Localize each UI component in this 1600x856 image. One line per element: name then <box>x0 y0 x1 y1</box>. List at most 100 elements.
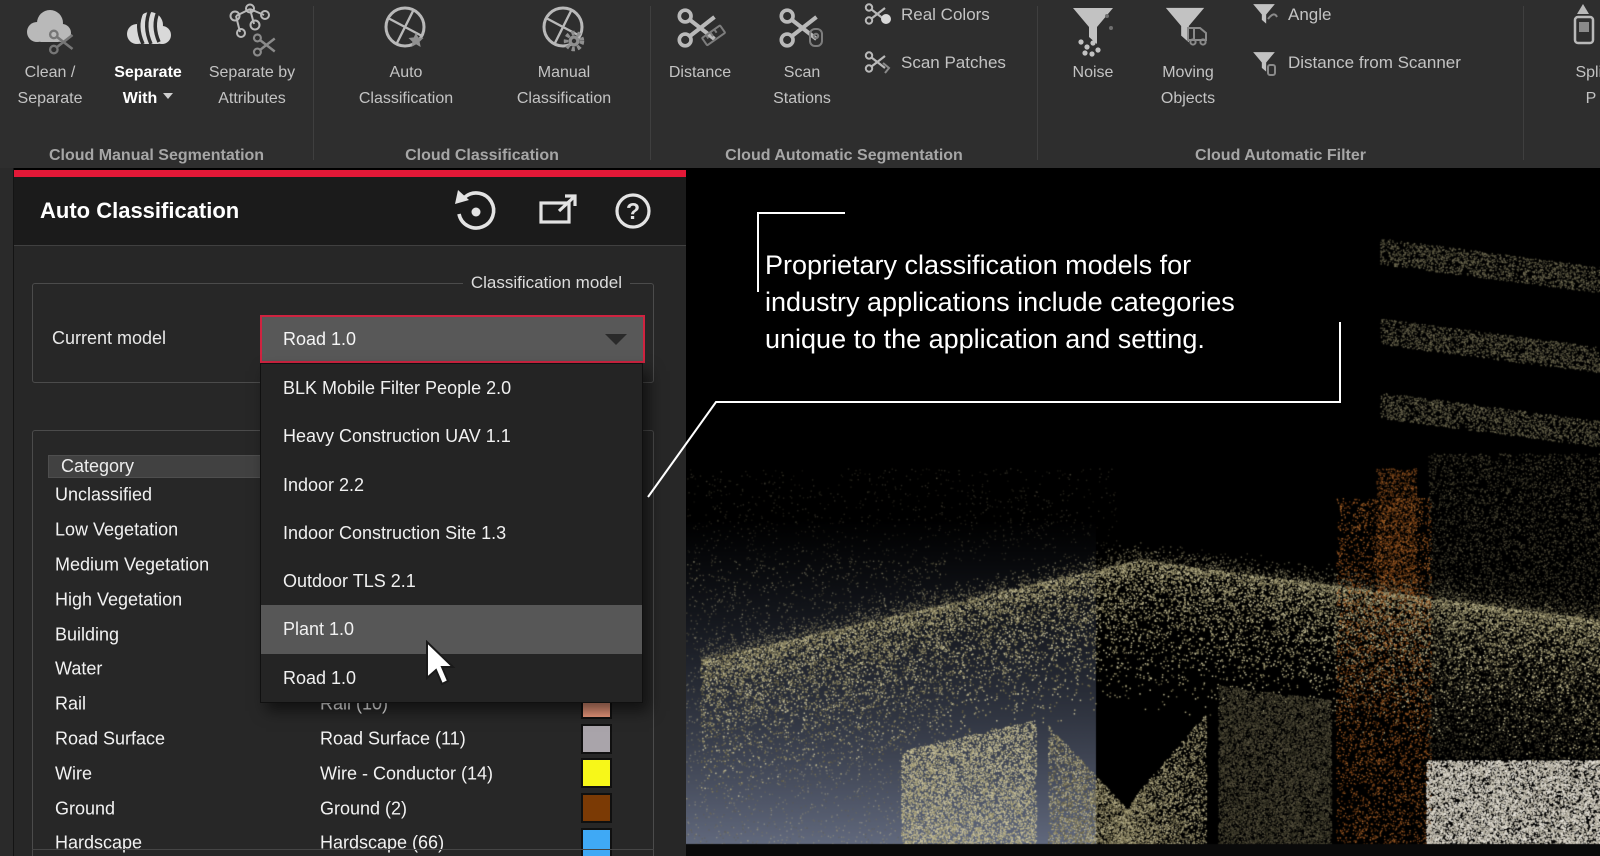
scan-patches-button[interactable]: Scan Patches <box>863 48 1006 78</box>
button-label: Attributes <box>218 86 286 112</box>
dropdown-option-highlighted[interactable]: Plant 1.0 <box>261 605 642 653</box>
annotation-text: Proprietary classification models for in… <box>765 247 1235 358</box>
table-row[interactable]: Road Surface Road Surface (11) <box>48 722 640 757</box>
value-cell: Road Surface (11) <box>320 728 466 749</box>
category-cell: Hardscape <box>55 833 142 854</box>
angle-filter-button[interactable]: Angle <box>1250 0 1331 30</box>
ribbon-group-cloud-automatic-segmentation: Distance Scan Stations Real Colors Scan … <box>651 0 1037 168</box>
color-swatch[interactable] <box>581 724 612 754</box>
clean-separate-button[interactable]: Clean / Separate <box>6 2 94 112</box>
category-cell: Rail <box>55 694 86 715</box>
button-label: Scan <box>784 60 820 86</box>
ribbon-group-cloud-manual-segmentation: Clean / Separate Separate With Separate … <box>0 0 313 168</box>
reset-icon[interactable] <box>452 188 498 234</box>
table-row[interactable]: Wire Wire - Conductor (14) <box>48 756 640 791</box>
ribbon-group-cloud-classification: Auto Classification Manual Classificatio… <box>314 0 650 168</box>
button-label: Noise <box>1073 60 1114 86</box>
category-cell: Wire <box>55 763 92 784</box>
panel-bottom-divider <box>32 849 654 850</box>
scissors-station-icon <box>774 2 830 60</box>
button-label: Distance <box>669 60 731 86</box>
button-label: Separate <box>114 60 182 86</box>
button-label: Split <box>1575 60 1600 86</box>
ribbon-group-title: Cloud Manual Segmentation <box>0 147 313 165</box>
separate-by-attributes-button[interactable]: Separate by Attributes <box>196 2 308 112</box>
ribbon-group-title: Cloud Classification <box>314 147 650 165</box>
panel-title: Auto Classification <box>40 198 239 224</box>
button-label: P <box>1586 86 1597 112</box>
dropdown-option[interactable]: BLK Mobile Filter People 2.0 <box>261 364 642 412</box>
value-cell: Hardscape (66) <box>320 833 444 854</box>
category-cell: Ground <box>55 798 115 819</box>
dropdown-option[interactable]: Indoor Construction Site 1.3 <box>261 509 642 557</box>
button-label: With <box>123 90 158 107</box>
auto-classification-button[interactable]: Auto Classification <box>341 2 471 112</box>
panel-accent-line <box>14 170 686 177</box>
left-edge-strip <box>0 168 14 856</box>
button-label: Angle <box>1288 0 1331 30</box>
funnel-dots-icon <box>1065 2 1121 60</box>
dropdown-option[interactable]: Indoor 2.2 <box>261 461 642 509</box>
ribbon-toolbar: Clean / Separate Separate With Separate … <box>0 0 1600 168</box>
table-row[interactable]: Hardscape Hardscape (66) <box>48 826 640 856</box>
button-label: Classification <box>359 86 453 112</box>
scissors-ball-icon <box>863 1 893 29</box>
button-label: Auto <box>390 60 423 86</box>
current-model-combobox[interactable]: Road 1.0 <box>260 315 645 363</box>
button-label: Separate by <box>209 60 295 86</box>
button-label: Separate <box>18 86 83 112</box>
scan-stations-button[interactable]: Scan Stations <box>758 2 846 112</box>
category-cell: Road Surface <box>55 728 165 749</box>
category-cell: Water <box>55 659 102 680</box>
button-label: Stations <box>773 86 831 112</box>
button-label: Scan Patches <box>901 48 1006 78</box>
separate-with-button[interactable]: Separate With <box>98 2 198 112</box>
pop-out-icon[interactable] <box>536 188 582 234</box>
dropdown-option[interactable]: Outdoor TLS 2.1 <box>261 557 642 605</box>
moving-objects-button[interactable]: Moving Objects <box>1140 2 1236 112</box>
table-row[interactable]: Ground Ground (2) <box>48 791 640 826</box>
dropdown-option[interactable]: Road 1.0 <box>261 654 642 702</box>
svg-text:?: ? <box>626 198 640 224</box>
distance-from-scanner-button[interactable]: Distance from Scanner <box>1250 48 1461 78</box>
funnel-angle-icon <box>1250 1 1280 29</box>
cloud-slices-icon <box>120 2 176 60</box>
cloud-scissors-icon <box>22 2 78 60</box>
button-label: Moving <box>1162 60 1214 86</box>
button-label: Manual <box>538 60 590 86</box>
dropdown-caret-icon <box>163 93 173 104</box>
split-pin-icon <box>1563 2 1600 60</box>
manual-classification-button[interactable]: Manual Classification <box>499 2 629 112</box>
noise-button[interactable]: Noise <box>1053 2 1133 86</box>
real-colors-button[interactable]: Real Colors <box>863 0 990 30</box>
pie-gear-icon <box>536 2 592 60</box>
button-label: Classification <box>517 86 611 112</box>
color-swatch[interactable] <box>581 828 612 856</box>
button-label: Real Colors <box>901 0 990 30</box>
button-label: Clean / <box>25 60 76 86</box>
annotation-line: Proprietary classification models for <box>765 247 1235 284</box>
color-swatch[interactable] <box>581 758 612 788</box>
pie-star-icon <box>378 2 434 60</box>
value-cell: Ground (2) <box>320 798 407 819</box>
auto-classification-panel: Auto Classification ? Classification mod… <box>14 177 686 856</box>
category-cell: Unclassified <box>55 485 152 506</box>
combobox-value: Road 1.0 <box>283 317 356 361</box>
funnel-truck-icon <box>1160 2 1216 60</box>
scissors-patch-icon <box>863 49 893 77</box>
category-cell: High Vegetation <box>55 589 182 610</box>
color-swatch[interactable] <box>581 793 612 823</box>
category-cell: Medium Vegetation <box>55 554 209 575</box>
button-label: Objects <box>1161 86 1215 112</box>
classification-model-group-label: Classification model <box>463 273 630 293</box>
funnel-scanner-icon <box>1250 49 1280 77</box>
distance-button[interactable]: Distance <box>656 2 744 86</box>
help-icon[interactable]: ? <box>610 188 656 234</box>
ribbon-group-cloud-automatic-filter: Noise Moving Objects Angle Distance from… <box>1038 0 1523 168</box>
dropdown-option[interactable]: Heavy Construction UAV 1.1 <box>261 412 642 460</box>
annotation-line: industry applications include categories <box>765 284 1235 321</box>
split-button[interactable]: Split P <box>1546 2 1600 112</box>
ribbon-group-title: Cloud Automatic Filter <box>1038 147 1523 165</box>
category-cell: Low Vegetation <box>55 520 178 541</box>
ribbon-group-title: Cloud Automatic Segmentation <box>651 147 1037 165</box>
